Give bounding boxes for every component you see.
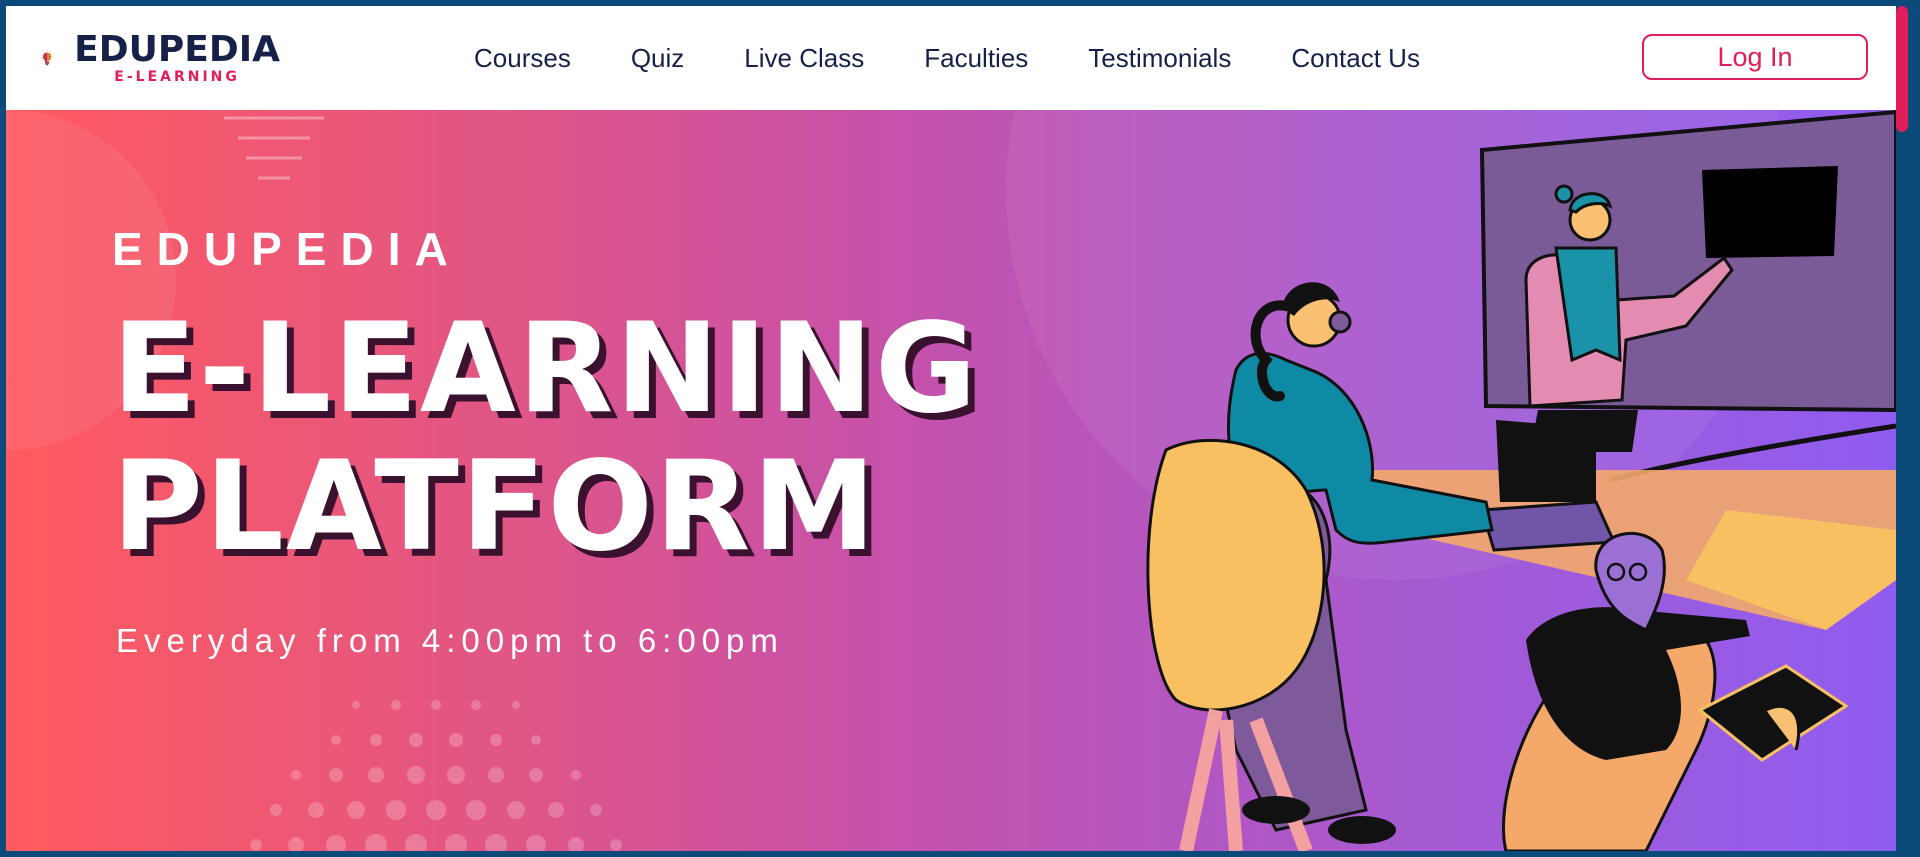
brain-lightbulb-icon: [40, 50, 54, 66]
hero-title-line-1: E-LEARNING: [112, 297, 979, 441]
hero-schedule: Everyday from 4:00pm to 6:00pm: [116, 622, 784, 659]
hero-kicker: EDUPEDIA: [112, 223, 462, 275]
page-scrollbar-thumb[interactable]: [1896, 6, 1908, 132]
site-header: EDUPEDIA E-LEARNING Courses Quiz Live Cl…: [6, 6, 1896, 110]
page-frame: EDUPEDIA E-LEARNING Courses Quiz Live Cl…: [6, 6, 1896, 851]
nav-link-testimonials[interactable]: Testimonials: [1088, 43, 1231, 74]
brand-tagline: E-LEARNING: [114, 69, 240, 85]
main-nav: Courses Quiz Live Class Faculties Testim…: [474, 6, 1480, 110]
nav-link-courses[interactable]: Courses: [474, 43, 571, 74]
login-button[interactable]: Log In: [1642, 34, 1868, 80]
hero-title: E-LEARNING PLATFORM: [112, 300, 979, 576]
brand-name: EDUPEDIA: [74, 29, 280, 70]
nav-link-quiz[interactable]: Quiz: [631, 43, 684, 74]
hero-title-line-2: PLATFORM: [112, 435, 878, 579]
online-class-illustration: [1146, 110, 1896, 851]
nav-link-live-class[interactable]: Live Class: [744, 43, 864, 74]
logo-text: EDUPEDIA E-LEARNING: [74, 29, 280, 86]
nav-link-faculties[interactable]: Faculties: [924, 43, 1028, 74]
nav-link-contact-us[interactable]: Contact Us: [1291, 43, 1420, 74]
hero-banner: EDUPEDIA E-LEARNING PLATFORM Everyday fr…: [6, 110, 1896, 851]
brand-logo[interactable]: EDUPEDIA E-LEARNING: [40, 10, 280, 106]
